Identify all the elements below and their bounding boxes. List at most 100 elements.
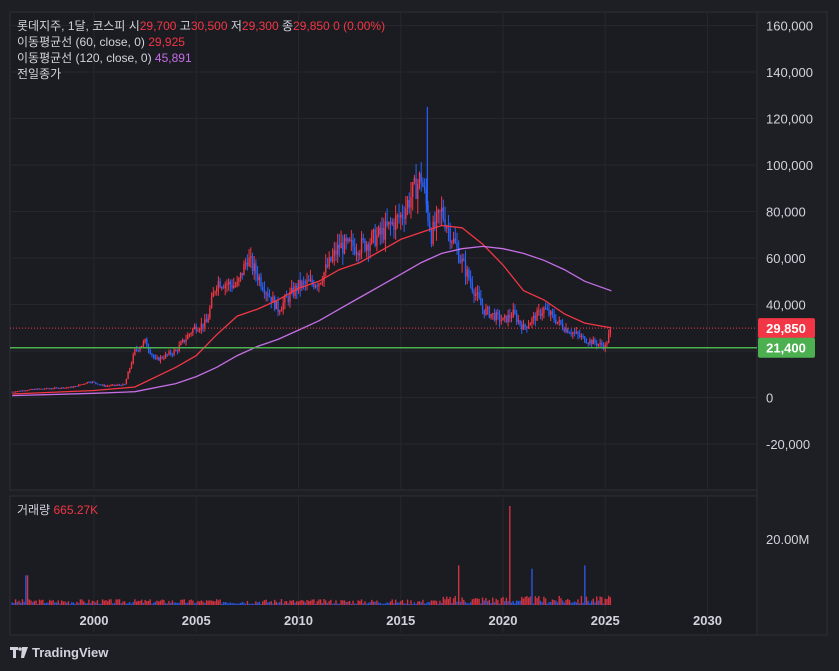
volume-bar [326, 602, 329, 605]
volume-bar [331, 603, 334, 605]
volume-bar [210, 600, 213, 605]
volume-bar [204, 602, 206, 605]
volume-bar [185, 602, 187, 605]
candle-body [163, 358, 165, 360]
chart-canvas[interactable]: 160,000 140,000 120,000 100,000 80,000 60,000… [0, 0, 839, 671]
y-tick-label: 100,000 [766, 158, 813, 173]
candle-body [38, 388, 41, 390]
volume-bar [597, 600, 600, 605]
volume-bar [123, 601, 126, 605]
volume-bar [434, 600, 436, 605]
volume-bar [171, 600, 174, 605]
volume-bar [531, 568, 533, 605]
volume-bar [374, 601, 376, 605]
x-tick-label: 2010 [284, 613, 313, 628]
candle-body [345, 237, 347, 242]
volume-bar [13, 602, 15, 605]
volume-bar [88, 599, 90, 605]
volume-bar [108, 599, 111, 605]
ma120-row[interactable]: 이동평균선 (120, close, 0) 45,891 [17, 50, 385, 66]
ma60-row[interactable]: 이동평균선 (60, close, 0) 29,925 [17, 34, 385, 50]
volume-bar [430, 600, 433, 605]
candle-body [100, 384, 102, 386]
volume-bar [132, 601, 134, 605]
candle-body [509, 314, 511, 318]
volume-bar [84, 603, 87, 605]
volume-bar [14, 599, 17, 605]
candle-body [96, 383, 99, 385]
volume-bar [302, 600, 305, 605]
y-tick-label: 0 [766, 391, 773, 406]
volume-bar [251, 603, 254, 605]
candle-body [360, 238, 363, 254]
candle-body [175, 350, 177, 352]
volume-bar [287, 603, 289, 605]
ticker-label: 롯데지주, 1달, 코스피 [17, 19, 126, 33]
volume-bar [98, 603, 100, 605]
volume-bar [275, 601, 278, 605]
candle-body [401, 214, 404, 218]
candle-body [209, 307, 211, 318]
candle-body [367, 244, 370, 251]
candle-body [122, 384, 124, 386]
volume-bar [273, 599, 276, 605]
volume-bar [255, 601, 257, 605]
volume-legend[interactable]: 거래량 665.27K [17, 501, 98, 518]
volume-bar [115, 599, 117, 605]
candle-body [323, 272, 325, 282]
candle-body [577, 332, 579, 335]
candle-body [449, 228, 451, 243]
volume-bar [527, 597, 530, 605]
candle-body [434, 221, 436, 228]
volume-bar [504, 601, 506, 605]
candle-body [447, 227, 450, 229]
prev-close-row[interactable]: 전일종가 [17, 66, 385, 82]
candle-body [507, 314, 509, 323]
volume-bar [350, 603, 353, 605]
volume-bar [38, 599, 41, 605]
volume-bar [369, 602, 371, 605]
candle-body [505, 315, 508, 323]
volume-bar [193, 603, 196, 605]
candle-body [282, 302, 284, 310]
candle-body [311, 279, 313, 284]
volume-bar [379, 602, 381, 605]
candle-body [483, 309, 485, 315]
volume-bar [168, 601, 170, 605]
volume-bar [100, 603, 102, 605]
candle-body [255, 263, 257, 274]
volume-bar [64, 601, 66, 605]
open-label: 시 [128, 19, 140, 33]
volume-bar [60, 600, 63, 605]
candle-body [262, 286, 264, 290]
volume-bar [526, 596, 528, 605]
candle-body [280, 309, 283, 312]
candle-body [152, 354, 155, 358]
candle-body [28, 389, 30, 391]
volume-bar [371, 599, 373, 605]
candle-body [517, 320, 520, 322]
tradingview-logo[interactable]: TradingView [10, 645, 108, 660]
volume-bar [183, 599, 186, 605]
candle-body [440, 207, 443, 212]
candle-body [64, 387, 66, 389]
candle-body [493, 313, 496, 321]
candle-body [125, 379, 128, 385]
candle-body [343, 237, 346, 254]
volume-bar [161, 599, 163, 605]
candle-body [222, 287, 225, 289]
volume-bar [396, 602, 399, 605]
volume-bar [405, 603, 407, 605]
volume-value: 665.27K [53, 503, 99, 517]
candle-body [596, 342, 598, 346]
volume-bar [23, 601, 25, 605]
volume-bar [306, 600, 308, 605]
volume-bar [561, 600, 564, 605]
volume-bar [347, 601, 349, 605]
candle-body [101, 384, 104, 386]
volume-bar [294, 602, 296, 605]
candle-body [331, 255, 334, 262]
volume-bar [362, 603, 364, 605]
ma60-value: 29,925 [148, 35, 185, 49]
volume-bar [365, 603, 368, 605]
